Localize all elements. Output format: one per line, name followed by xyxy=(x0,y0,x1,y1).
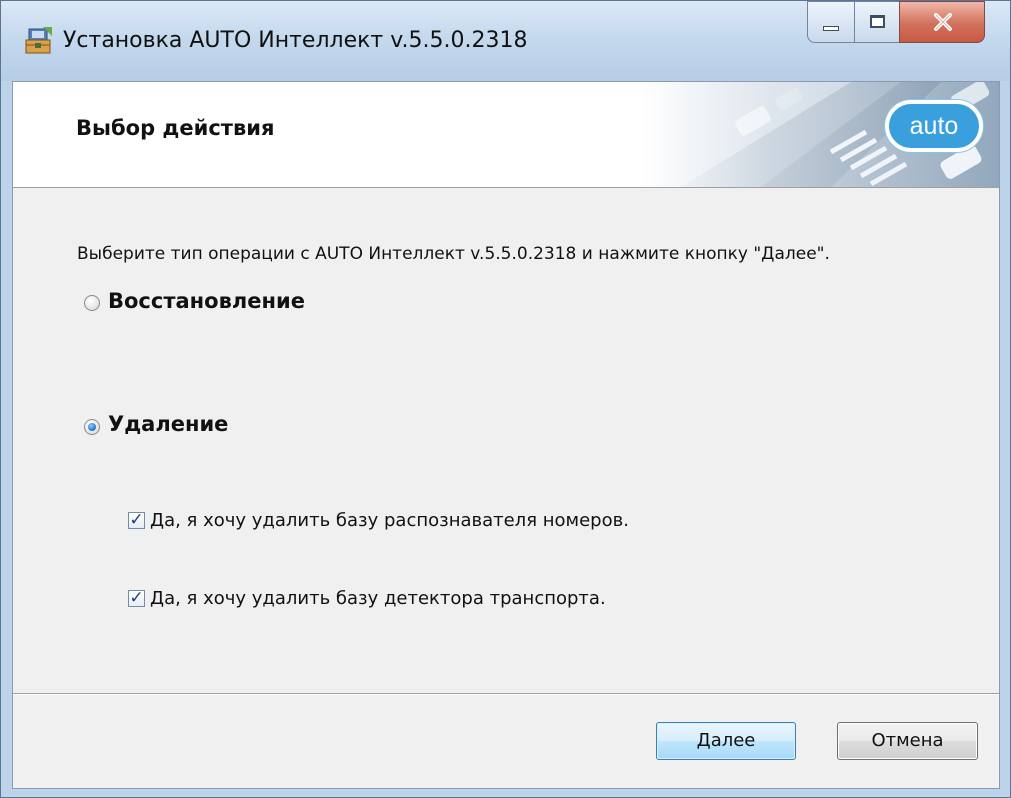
maximize-icon xyxy=(870,15,885,28)
footer-divider xyxy=(13,693,999,695)
window-title: Установка AUTO Интеллект v.5.5.0.2318 xyxy=(63,28,528,53)
header-banner: Выбор действия auto xyxy=(13,82,999,188)
close-button[interactable] xyxy=(899,1,985,43)
remove-radio[interactable] xyxy=(84,419,100,435)
delete-plate-db-checkbox[interactable]: ✓ xyxy=(128,510,145,530)
checkmark-icon: ✓ xyxy=(129,510,144,530)
dialog-client-area: Выбор действия auto Выберите тип операци… xyxy=(12,81,1000,789)
minimize-icon xyxy=(823,26,839,31)
auto-logo-text: auto xyxy=(909,112,959,140)
auto-logo: auto xyxy=(885,100,983,152)
checkmark-icon: ✓ xyxy=(129,588,144,608)
cancel-button[interactable]: Отмена xyxy=(837,722,978,760)
delete-plate-db-label[interactable]: Да, я хочу удалить базу распознавателя н… xyxy=(150,510,629,531)
installer-icon xyxy=(25,27,52,54)
remove-label[interactable]: Удаление xyxy=(108,412,228,436)
maximize-button[interactable] xyxy=(854,1,900,43)
banner-title: Выбор действия xyxy=(76,116,275,140)
next-button[interactable]: Далее xyxy=(656,722,796,760)
title-bar[interactable]: Установка AUTO Интеллект v.5.5.0.2318 xyxy=(1,1,1010,81)
delete-transport-db-label[interactable]: Да, я хочу удалить базу детектора трансп… xyxy=(150,588,606,609)
close-icon xyxy=(934,13,952,31)
delete-transport-db-checkbox[interactable]: ✓ xyxy=(128,588,145,608)
minimize-button[interactable] xyxy=(807,1,855,43)
restore-label[interactable]: Восстановление xyxy=(108,289,305,313)
restore-radio[interactable] xyxy=(84,295,100,311)
installer-window: Установка AUTO Интеллект v.5.5.0.2318 Вы… xyxy=(0,0,1011,798)
instruction-text: Выберите тип операции с AUTO Интеллект v… xyxy=(77,244,830,264)
